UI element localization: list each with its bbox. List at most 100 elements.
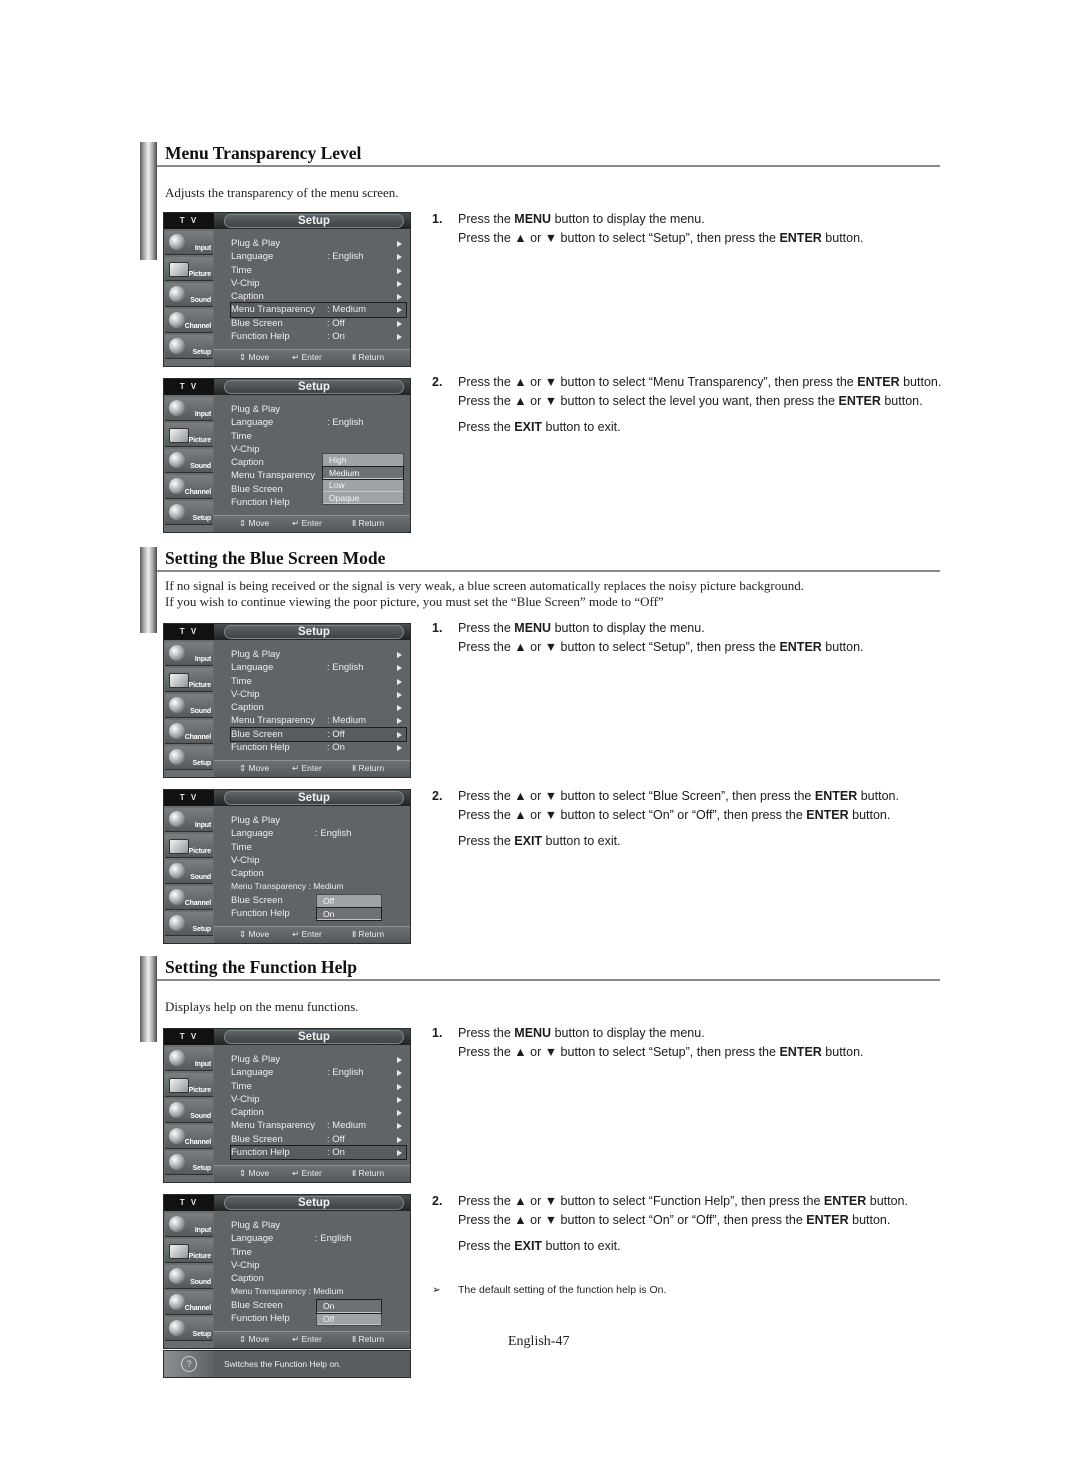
tv-menu-item[interactable]: Caption (231, 701, 406, 714)
function-help-options[interactable]: On Off (316, 1299, 382, 1326)
tv-menu-item[interactable]: V-Chip (231, 688, 406, 701)
tv-menu-item[interactable]: V-Chip (231, 1259, 406, 1272)
tv-menu-item[interactable]: Function Help: On (231, 741, 406, 754)
tv-side-tab-sound[interactable]: Sound (165, 449, 213, 473)
tv-menu-item[interactable]: Blue Screen: Off (231, 317, 406, 330)
tv-side-tab-sound[interactable]: Sound (165, 694, 213, 718)
tv-side-tab-input[interactable]: Input (165, 231, 213, 255)
step-line: Press the ▲ or ▼ button to select “Setup… (458, 230, 864, 245)
tv-menu-item[interactable]: V-Chip (231, 854, 406, 867)
tv-menu-item[interactable]: Time (231, 675, 406, 688)
tv-menu-item[interactable]: Function Help: On (230, 1145, 407, 1161)
tv-menu-item[interactable]: Language: English (231, 1232, 406, 1245)
section-description-line: If you wish to continue viewing the poor… (165, 594, 664, 609)
tv-menu-item[interactable]: Menu Transparency: Medium (231, 714, 406, 727)
tv-menu-item[interactable]: Language: English (231, 250, 406, 263)
tv-side-tab-setup[interactable]: Setup (165, 912, 213, 936)
popup-option[interactable]: Off (317, 895, 381, 908)
tv-menu-item[interactable]: V-Chip (231, 277, 406, 290)
channel-icon (169, 889, 185, 905)
tv-side-tab-picture[interactable]: Picture (165, 834, 213, 858)
tv-side-tab-setup[interactable]: Setup (165, 501, 213, 525)
tv-side-tab-setup[interactable]: Setup (165, 1151, 213, 1175)
tv-side-tab-label: Setup (192, 1331, 212, 1338)
tv-menu-item[interactable]: Plug & Play (231, 237, 406, 250)
tv-side-tab-channel[interactable]: Channel (165, 1125, 213, 1149)
tv-menu-item[interactable]: Function Help: On (231, 330, 406, 343)
tv-menu-item[interactable]: Time (231, 264, 406, 277)
tv-side-tab-input[interactable]: Input (165, 397, 213, 421)
tv-menu-item[interactable]: Caption (231, 1272, 406, 1285)
chevron-right-icon (397, 1070, 402, 1077)
sound-icon (169, 1268, 185, 1284)
tv-side-tab-setup[interactable]: Setup (165, 335, 213, 359)
tv-menu-item[interactable]: Caption (231, 290, 406, 303)
tv-menu-item[interactable]: Blue Screen: Off (231, 1133, 406, 1146)
tv-menu-item[interactable]: Time (231, 1246, 406, 1259)
tv-menu-item[interactable]: V-Chip (231, 1093, 406, 1106)
tv-side-tabs: Input Picture Sound Channel Setup (164, 1211, 214, 1348)
tv-side-tab-sound[interactable]: Sound (165, 283, 213, 307)
transparency-options[interactable]: High Medium Low Opaque (322, 453, 404, 505)
section-title: Setting the Blue Screen Mode (165, 548, 386, 568)
tv-side-tab-sound[interactable]: Sound (165, 860, 213, 884)
chevron-right-icon (397, 705, 402, 712)
move-hint: ⇕ Move (239, 1334, 270, 1344)
tv-side-tab-channel[interactable]: Channel (165, 886, 213, 910)
tv-side-tab-label: Input (194, 822, 211, 829)
tv-menu-item[interactable]: Menu Transparency: Medium (231, 1119, 406, 1132)
tv-menu-item[interactable]: Plug & Play (231, 814, 406, 827)
tv-menu-item[interactable]: Language: English (231, 416, 406, 429)
tv-header: T V Setup (164, 1029, 410, 1045)
tv-menu-item[interactable]: Time (231, 430, 406, 443)
popup-option[interactable]: Opaque (323, 492, 403, 504)
tv-side-tab-channel[interactable]: Channel (165, 309, 213, 333)
tv-menu-item[interactable]: Language: English (231, 827, 406, 840)
popup-option[interactable]: Off (317, 1313, 381, 1325)
tv-side-tab-sound[interactable]: Sound (165, 1099, 213, 1123)
tv-menu-item[interactable]: Plug & Play (231, 1219, 406, 1232)
tv-menu-item[interactable]: Blue Screen: Off (230, 726, 407, 743)
tv-menu-item[interactable]: Language: English (231, 661, 406, 674)
tv-side-tab-picture[interactable]: Picture (165, 668, 213, 692)
tv-side-tab-picture[interactable]: Picture (165, 1073, 213, 1097)
tv-label: T V (164, 379, 214, 395)
popup-option[interactable]: Low (323, 479, 403, 492)
tv-side-tab-channel[interactable]: Channel (165, 475, 213, 499)
popup-option[interactable]: On (316, 1299, 382, 1314)
tv-side-tab-input[interactable]: Input (165, 642, 213, 666)
tv-side-tab-picture[interactable]: Picture (165, 423, 213, 447)
sound-icon (169, 697, 185, 713)
tv-side-tab-input[interactable]: Input (165, 1047, 213, 1071)
blue-screen-options[interactable]: Off On (316, 894, 382, 921)
tv-side-tab-picture[interactable]: Picture (165, 1239, 213, 1263)
tv-menu-item[interactable]: Caption (231, 867, 406, 880)
tv-menu-item[interactable]: Menu Transparency : Medium (231, 880, 406, 893)
popup-option[interactable]: High (323, 454, 403, 467)
tv-side-tab-channel[interactable]: Channel (165, 1291, 213, 1315)
tv-side-tab-label: Picture (188, 682, 212, 689)
section-rule (157, 165, 940, 167)
popup-option[interactable]: On (316, 906, 382, 921)
tv-side-tab-input[interactable]: Input (165, 808, 213, 832)
tv-menu-item[interactable]: Caption (231, 1106, 406, 1119)
return-hint: Ⅱ Return (352, 763, 385, 773)
tv-menu-item[interactable]: Menu Transparency : Medium (231, 1285, 406, 1298)
tv-side-tabs: Input Picture Sound Channel Setup (164, 229, 214, 366)
tv-side-tab-setup[interactable]: Setup (165, 1317, 213, 1341)
tv-menu-item[interactable]: Plug & Play (231, 648, 406, 661)
tv-menu-item-name: Language (231, 1233, 274, 1245)
tv-side-tab-picture[interactable]: Picture (165, 257, 213, 281)
tv-menu-item[interactable]: Menu Transparency: Medium (230, 302, 407, 318)
tv-side-tab-input[interactable]: Input (165, 1213, 213, 1237)
tv-menu-item[interactable]: Plug & Play (231, 403, 406, 416)
popup-option[interactable]: Medium (322, 465, 404, 480)
tv-menu-item[interactable]: Plug & Play (231, 1053, 406, 1066)
section-description: Displays help on the menu functions. (165, 999, 359, 1014)
tv-side-tab-channel[interactable]: Channel (165, 720, 213, 744)
tv-side-tab-setup[interactable]: Setup (165, 746, 213, 770)
tv-side-tab-sound[interactable]: Sound (165, 1265, 213, 1289)
tv-menu-item[interactable]: Language: English (231, 1066, 406, 1079)
tv-menu-item[interactable]: Time (231, 841, 406, 854)
tv-menu-item[interactable]: Time (231, 1080, 406, 1093)
